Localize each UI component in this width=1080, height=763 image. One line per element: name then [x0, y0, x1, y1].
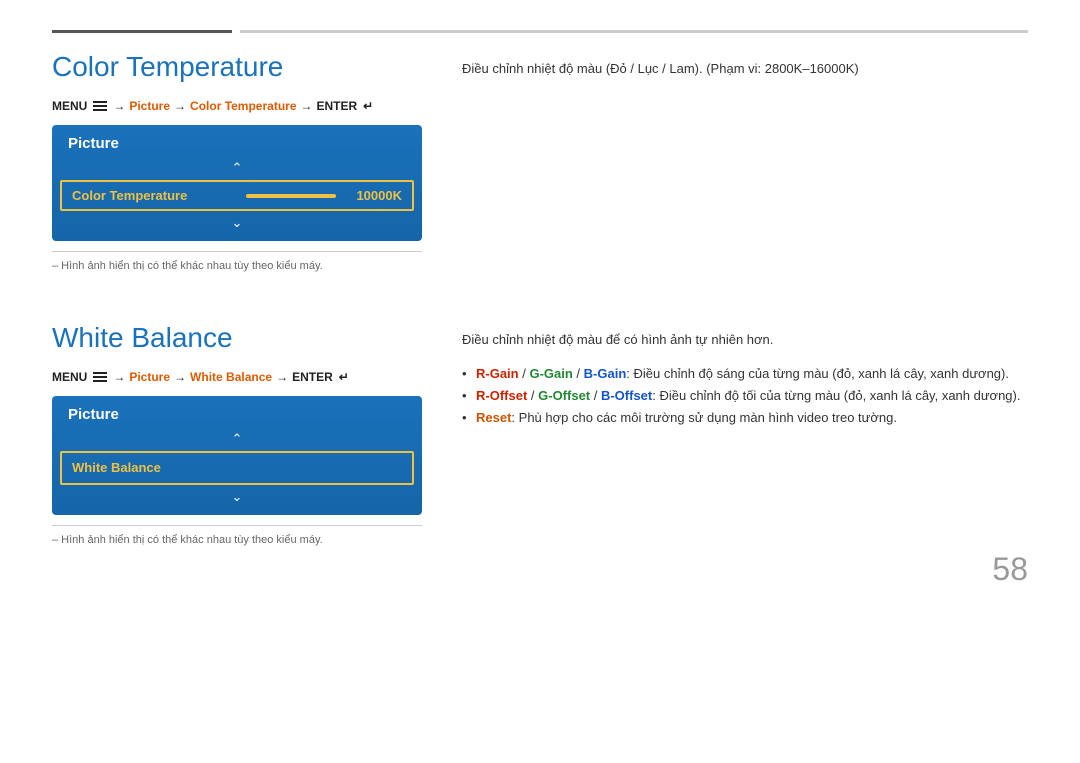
sep2-1: / — [573, 366, 584, 381]
menu-picture: Picture — [129, 99, 170, 113]
section2-title: White Balance — [52, 322, 422, 354]
enter-icon-2: ↵ — [339, 370, 349, 384]
section2-image-note: – Hình ảnh hiển thị có thể khác nhau tùy… — [52, 525, 422, 546]
ct-item-label: Color Temperature — [72, 188, 187, 203]
arrow2: → — [174, 99, 186, 113]
enter-label-2: ENTER — [292, 370, 333, 384]
section1-menu-path: MENU → Picture → Color Temperature → ENT… — [52, 99, 422, 113]
ct-item-value: 10000K — [344, 188, 402, 203]
section2-bullets: R-Gain / G-Gain / B-Gain: Điều chỉnh độ … — [462, 363, 1028, 429]
section1-picture-header: Picture — [52, 125, 422, 158]
chevron-up-1: ⌃ — [52, 158, 422, 178]
b-offset: B-Offset — [601, 388, 652, 403]
enter-icon: ↵ — [363, 99, 373, 113]
menu-ct-highlight: Color Temperature — [190, 99, 296, 113]
section2-picture-header: Picture — [52, 396, 422, 429]
arrow3-2: → — [276, 370, 288, 384]
section1-right: Điều chỉnh nhiệt độ màu (Đỏ / Lục / Lam)… — [462, 51, 1028, 272]
arrow1-2: → — [113, 370, 125, 384]
picture-label-1: Picture — [68, 135, 119, 152]
menu-label: MENU — [52, 99, 87, 113]
ct-row: Color Temperature 10000K — [60, 180, 414, 211]
bullet1-rest: : Điều chỉnh độ sáng của từng màu (đỏ, x… — [626, 366, 1009, 381]
arrow2-2: → — [174, 370, 186, 384]
b-gain: B-Gain — [584, 366, 627, 381]
chevron-down-1: ⌄ — [52, 213, 422, 233]
sep2-2: / — [590, 388, 601, 403]
section2-picture-box: Picture ⌃ White Balance ⌄ — [52, 396, 422, 515]
page-container: Color Temperature MENU → Picture → Color… — [0, 0, 1080, 616]
bullet-1: R-Gain / G-Gain / B-Gain: Điều chỉnh độ … — [462, 363, 1028, 385]
section1-title: Color Temperature — [52, 51, 422, 83]
menu-wb-highlight: White Balance — [190, 370, 272, 384]
bullet2-rest: : Điều chỉnh độ tối của từng màu (đỏ, xa… — [652, 388, 1020, 403]
section-white-balance: White Balance MENU → Picture → White Bal… — [52, 322, 1028, 546]
spacer1 — [52, 302, 1028, 322]
section1-picture-box: Picture ⌃ Color Temperature 10000K ⌄ — [52, 125, 422, 241]
picture-label-2: Picture — [68, 406, 119, 423]
ct-slider — [246, 194, 336, 198]
sep1-1: / — [519, 366, 530, 381]
wb-item-label: White Balance — [72, 460, 161, 475]
bullet-2: R-Offset / G-Offset / B-Offset: Điều chỉ… — [462, 385, 1028, 407]
divider-dark — [52, 30, 232, 33]
section2-desc: Điều chỉnh nhiệt độ màu để có hình ảnh t… — [462, 330, 1028, 351]
arrow3: → — [301, 99, 313, 113]
section1-left: Color Temperature MENU → Picture → Color… — [52, 51, 422, 272]
divider-light — [240, 30, 1028, 33]
enter-label: ENTER — [317, 99, 358, 113]
bullet3-rest: : Phù hợp cho các môi trường sử dụng màn… — [511, 410, 897, 425]
section1-picture-box-wrap: Picture ⌃ Color Temperature 10000K ⌄ — [52, 125, 422, 241]
menu-icon — [93, 101, 107, 112]
menu-icon-2 — [93, 372, 107, 383]
page-number: 58 — [992, 551, 1028, 588]
reset-label: Reset — [476, 410, 511, 425]
r-gain: R-Gain — [476, 366, 519, 381]
section2-picture-box-wrap: Picture ⌃ White Balance ⌄ — [52, 396, 422, 515]
bullet-3: Reset: Phù hợp cho các môi trường sử dụn… — [462, 407, 1028, 429]
chevron-up-2: ⌃ — [52, 429, 422, 449]
section2-right: Điều chỉnh nhiệt độ màu để có hình ảnh t… — [462, 322, 1028, 546]
g-gain: G-Gain — [529, 366, 572, 381]
section2-menu-path: MENU → Picture → White Balance → ENTER ↵ — [52, 370, 422, 384]
section1-image-note: – Hình ảnh hiển thị có thể khác nhau tùy… — [52, 251, 422, 272]
ct-right: 10000K — [246, 188, 402, 203]
g-offset: G-Offset — [538, 388, 590, 403]
menu-label-2: MENU — [52, 370, 87, 384]
r-offset: R-Offset — [476, 388, 527, 403]
arrow1: → — [113, 99, 125, 113]
chevron-down-2: ⌄ — [52, 487, 422, 507]
section-color-temperature: Color Temperature MENU → Picture → Color… — [52, 51, 1028, 272]
menu-picture-2: Picture — [129, 370, 170, 384]
wb-row: White Balance — [60, 451, 414, 485]
sep1-2: / — [527, 388, 538, 403]
section1-desc: Điều chỉnh nhiệt độ màu (Đỏ / Lục / Lam)… — [462, 59, 1028, 80]
top-divider — [52, 30, 1028, 33]
section2-left: White Balance MENU → Picture → White Bal… — [52, 322, 422, 546]
